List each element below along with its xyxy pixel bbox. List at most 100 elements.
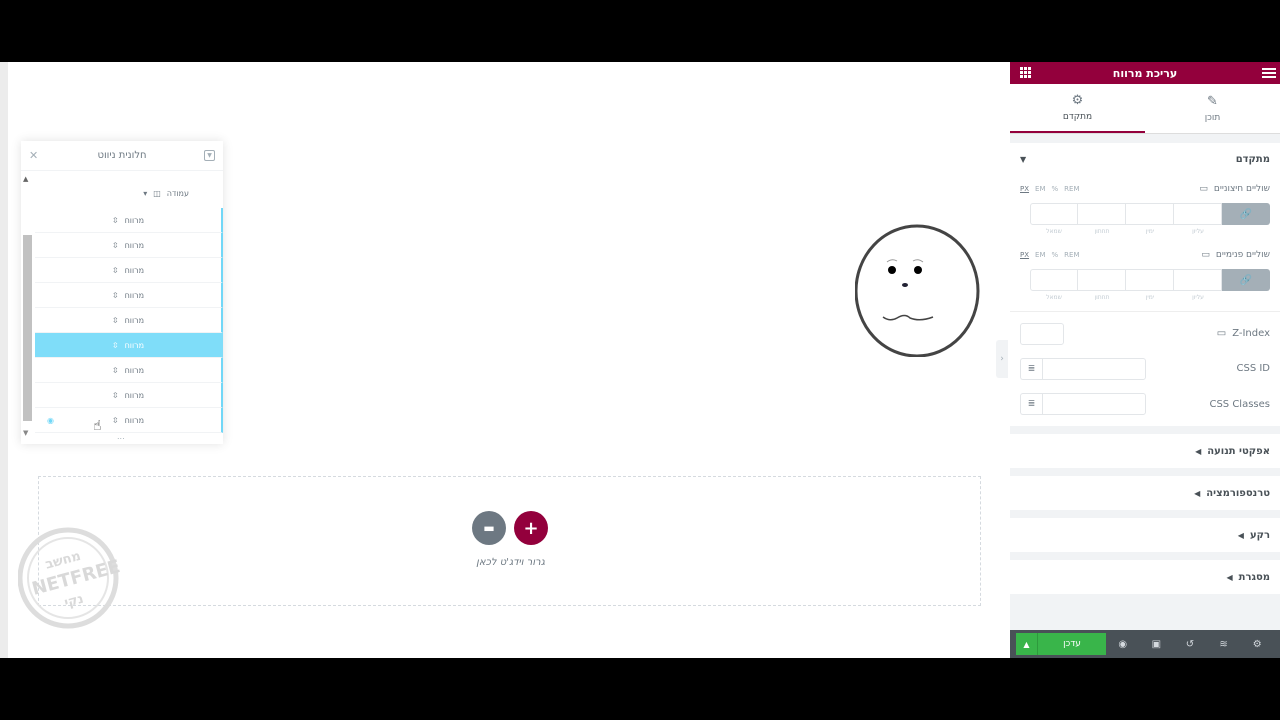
navigator-more[interactable]: ... <box>117 432 125 441</box>
unit-px[interactable]: PX <box>1020 251 1029 259</box>
navigator-title: חלונית ניווט <box>97 150 147 161</box>
face-image[interactable] <box>855 224 980 357</box>
item-label: מרווח <box>124 315 145 325</box>
gear-icon: ⚙ <box>1071 92 1084 108</box>
close-icon[interactable]: ✕ <box>29 149 38 162</box>
css-id-label: CSS ID <box>1236 363 1270 374</box>
publish-group: ▲ עדכן <box>1016 633 1106 655</box>
item-label: מרווח <box>124 265 145 275</box>
unit-px[interactable]: PX <box>1020 185 1029 193</box>
navigator-body: ▲ ▼ עמודה ◫ ▾ מרווח ⇳ מרווח ⇳ מרווח ⇳ מרווח… <box>21 175 223 441</box>
unit-em[interactable]: EM <box>1035 185 1045 193</box>
publish-options-chevron-icon[interactable]: ▲ <box>1016 633 1038 655</box>
responsive-mode-icon[interactable]: ▣ <box>1140 639 1174 650</box>
spacer-icon: ⇳ <box>111 290 119 300</box>
padding-bottom-input[interactable] <box>1078 269 1126 291</box>
navigator-item[interactable]: מרווח ⇳ <box>35 258 223 283</box>
section-label: רקע <box>1249 529 1270 541</box>
navigator-item[interactable]: מרווח ⇳ <box>35 358 223 383</box>
padding-right-input[interactable] <box>1126 269 1174 291</box>
column-label: עמודה <box>166 189 189 198</box>
css-id-input[interactable] <box>1042 357 1146 380</box>
navigator-item[interactable]: מרווח ⇳ <box>35 233 223 258</box>
link-icon[interactable]: 🔗 <box>1222 203 1270 225</box>
hamburger-menu-icon[interactable] <box>1262 66 1276 80</box>
navigator-item[interactable]: מרווח ⇳ <box>35 283 223 308</box>
dynamic-tags-icon[interactable]: ≣ <box>1020 357 1042 380</box>
css-classes-row: CSS Classes ≣ <box>1010 386 1280 426</box>
margin-bottom-input[interactable] <box>1078 203 1126 225</box>
navigator-layers-icon[interactable]: ≋ <box>1207 639 1241 650</box>
link-icon[interactable]: 🔗 <box>1222 269 1270 291</box>
margin-left-input[interactable] <box>1030 203 1078 225</box>
navigator-item[interactable]: מרווח ⇳ <box>35 308 223 333</box>
dynamic-tags-icon[interactable]: ≣ <box>1020 393 1042 415</box>
caret-down-icon[interactable]: ▾ <box>143 189 147 198</box>
item-label: מרווח <box>124 340 145 350</box>
padding-left-input[interactable] <box>1030 269 1078 291</box>
padding-units: PX EM % REM <box>1020 251 1079 259</box>
padding-inputs: 🔗 <box>1010 269 1280 291</box>
side-label: שמאל <box>1046 294 1062 301</box>
widget-dropzone[interactable]: ▬ + גרור וידג'ט לכאן <box>38 476 981 606</box>
z-index-input[interactable] <box>1020 322 1064 345</box>
section-motion-effects[interactable]: אפקטי תנועה ◀ <box>1010 434 1280 468</box>
z-index-row: Z-Index ▭ <box>1010 316 1280 351</box>
item-label: מרווח <box>124 215 145 225</box>
tab-content[interactable]: ✎ תוכן <box>1145 84 1280 133</box>
section-background[interactable]: רקע ◀ <box>1010 518 1280 552</box>
spacer-icon: ⇳ <box>111 390 119 400</box>
widgets-grid-icon[interactable] <box>1020 67 1031 78</box>
margin-right-input[interactable] <box>1126 203 1174 225</box>
navigator-item-selected[interactable]: מרווח ⇳ <box>35 333 223 358</box>
eye-icon[interactable]: ◉ <box>47 416 54 425</box>
netfree-watermark-logo: מחשב NETFREE נקי <box>18 527 122 629</box>
section-title-text: מתקדם <box>1235 153 1270 165</box>
preview-eye-icon[interactable]: ◉ <box>1106 639 1140 650</box>
padding-side-labels: עליון ימין תחתון שמאל <box>1010 291 1280 305</box>
desktop-icon[interactable]: ▭ <box>1199 184 1208 194</box>
margin-top-input[interactable] <box>1174 203 1222 225</box>
caret-down-icon: ▼ <box>1020 154 1027 164</box>
scroll-up-icon[interactable]: ▲ <box>23 175 28 183</box>
padding-top-input[interactable] <box>1174 269 1222 291</box>
section-transform[interactable]: טרנספורמציה ◀ <box>1010 476 1280 510</box>
update-button[interactable]: עדכן <box>1038 633 1106 655</box>
add-icon[interactable]: + <box>514 511 548 545</box>
caret-left-icon: ◀ <box>1237 530 1244 540</box>
navigator-item[interactable]: מרווח ⇳ <box>35 383 223 408</box>
panel-toggle-chevron-icon[interactable]: › <box>996 340 1008 378</box>
collapse-icon[interactable]: ▼ <box>204 150 215 161</box>
css-classes-input[interactable] <box>1042 393 1146 415</box>
settings-gear-icon[interactable]: ⚙ <box>1240 639 1274 650</box>
navigator-items: מרווח ⇳ מרווח ⇳ מרווח ⇳ מרווח ⇳ מרווח ⇳ מרווח… <box>35 208 223 433</box>
desktop-icon[interactable]: ▭ <box>1217 328 1226 339</box>
history-icon[interactable]: ↺ <box>1173 639 1207 650</box>
navigator-scrollbar[interactable]: ▲ ▼ <box>21 175 33 437</box>
navigator-item[interactable]: מרווח ⇳ ◉ <box>35 408 223 433</box>
unit-rem[interactable]: REM <box>1064 251 1079 259</box>
dropzone-text: גרור וידג'ט לכאן <box>476 557 545 568</box>
panel-footer: ▲ עדכן ◉ ▣ ↺ ≋ ⚙ <box>1010 630 1280 658</box>
navigator-panel[interactable]: חלונית ניווט ✕ ▼ ▲ ▼ עמודה ◫ ▾ מרווח ⇳ מר… <box>21 141 223 444</box>
scrollbar-thumb[interactable] <box>23 235 32 421</box>
editor-frame: חלונית ניווט ✕ ▼ ▲ ▼ עמודה ◫ ▾ מרווח ⇳ מר… <box>0 62 1280 658</box>
section-border[interactable]: מסגרת ◀ <box>1010 560 1280 594</box>
tab-advanced[interactable]: ⚙ מתקדם <box>1010 84 1145 133</box>
folder-icon[interactable]: ▬ <box>472 511 506 545</box>
unit-em[interactable]: EM <box>1035 251 1045 259</box>
panel-header: עריכת מרווח <box>1010 62 1280 84</box>
navigator-column-row[interactable]: עמודה ◫ ▾ <box>143 189 189 198</box>
css-classes-field: ≣ <box>1020 393 1146 415</box>
navigator-header[interactable]: חלונית ניווט ✕ ▼ <box>21 141 223 171</box>
spacer-icon: ⇳ <box>111 265 119 275</box>
item-label: מרווח <box>124 390 145 400</box>
advanced-section-title[interactable]: מתקדם ▼ <box>1010 143 1280 175</box>
unit-rem[interactable]: REM <box>1064 185 1079 193</box>
item-label: מרווח <box>124 290 145 300</box>
scroll-down-icon[interactable]: ▼ <box>23 429 28 437</box>
unit-percent[interactable]: % <box>1052 251 1059 259</box>
desktop-icon[interactable]: ▭ <box>1201 250 1210 260</box>
navigator-item[interactable]: מרווח ⇳ <box>35 208 223 233</box>
unit-percent[interactable]: % <box>1052 185 1059 193</box>
